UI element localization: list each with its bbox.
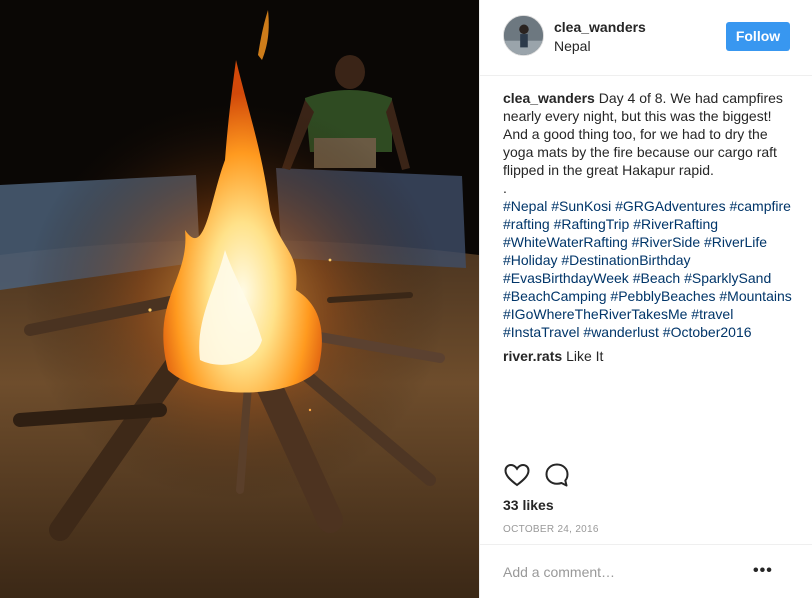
hashtag-link[interactable]: #InstaTravel [503, 324, 580, 340]
comment-username[interactable]: river.rats [503, 348, 562, 364]
hashtag-link[interactable]: #WhiteWaterRafting [503, 234, 628, 250]
post-header: clea_wanders Nepal Follow [480, 0, 812, 76]
caption-username[interactable]: clea_wanders [503, 90, 595, 106]
hashtag-link[interactable]: #wanderlust [583, 324, 659, 340]
hashtag-link[interactable]: #SunKosi [551, 198, 611, 214]
instagram-post: clea_wanders Nepal Follow clea_wanders D… [0, 0, 812, 598]
post-photo[interactable] [0, 0, 479, 598]
comment-text: Like It [566, 348, 604, 364]
hashtag-link[interactable]: #SparklySand [684, 270, 771, 286]
hashtag-link[interactable]: #RaftingTrip [554, 216, 630, 232]
hashtag-link[interactable]: #PebblyBeaches [610, 288, 715, 304]
hashtag-link[interactable]: #EvasBirthdayWeek [503, 270, 629, 286]
post-date[interactable]: OCTOBER 24, 2016 [503, 524, 599, 535]
hashtag-link[interactable]: #Holiday [503, 252, 557, 268]
hashtag-link[interactable]: #GRGAdventures [615, 198, 726, 214]
comment-input[interactable] [503, 561, 743, 583]
comments-section: clea_wanders Day 4 of 8. We had campfire… [503, 89, 799, 365]
hashtag-link[interactable]: #travel [691, 306, 733, 322]
post-side-panel: clea_wanders Nepal Follow clea_wanders D… [479, 0, 812, 598]
header-location[interactable]: Nepal [554, 38, 591, 54]
hashtag-link[interactable]: #rafting [503, 216, 550, 232]
caption-separator: . [503, 180, 507, 196]
follow-button[interactable]: Follow [726, 22, 790, 51]
avatar-photo-icon [504, 16, 543, 55]
header-username[interactable]: clea_wanders [554, 19, 646, 35]
speech-bubble-icon[interactable] [543, 461, 571, 489]
user-avatar[interactable] [503, 15, 544, 56]
add-comment-bar: ••• [480, 544, 812, 598]
hashtag-link[interactable]: #RiverSide [632, 234, 700, 250]
hashtag-link[interactable]: #IGoWhereTheRiverTakesMe [503, 306, 687, 322]
caption-hashtags: #Nepal #SunKosi #GRGAdventures #campfire… [503, 198, 792, 340]
hashtag-link[interactable]: #RiverLife [704, 234, 767, 250]
comment: river.rats Like It [503, 347, 799, 365]
hashtag-link[interactable]: #Nepal [503, 198, 547, 214]
caption: clea_wanders Day 4 of 8. We had campfire… [503, 89, 799, 341]
ellipsis-icon[interactable]: ••• [753, 563, 773, 579]
hashtag-link[interactable]: #October2016 [663, 324, 752, 340]
hashtag-link[interactable]: #DestinationBirthday [561, 252, 690, 268]
hashtag-link[interactable]: #Mountains [719, 288, 791, 304]
hashtag-link[interactable]: #Beach [633, 270, 680, 286]
hashtag-link[interactable]: #RiverRafting [633, 216, 718, 232]
hashtag-link[interactable]: #BeachCamping [503, 288, 607, 304]
hashtag-link[interactable]: #campfire [729, 198, 790, 214]
post-actions [503, 461, 793, 491]
heart-icon[interactable] [503, 461, 531, 489]
campfire-image [0, 0, 479, 598]
likes-count[interactable]: 33 likes [503, 497, 554, 513]
